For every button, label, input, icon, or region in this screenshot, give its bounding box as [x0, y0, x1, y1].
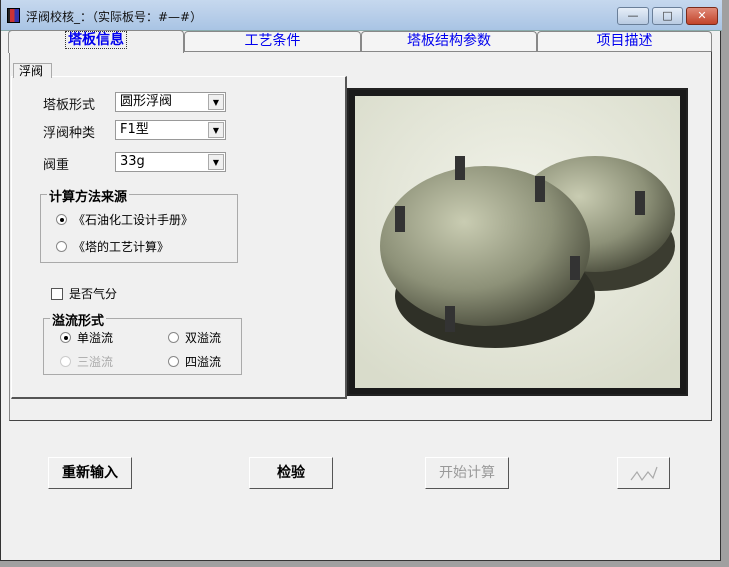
tray-type-select[interactable]: 圆形浮阀 ▼	[115, 92, 226, 112]
subtab-float-valve[interactable]: 浮阀	[13, 63, 52, 78]
app-icon	[7, 8, 20, 23]
tray-type-label: 塔板形式	[43, 98, 96, 113]
reinput-button[interactable]: 重新输入	[48, 457, 132, 489]
radio-single-overflow[interactable]: 单溢流	[60, 329, 113, 346]
chevron-down-icon[interactable]: ▼	[208, 94, 224, 110]
radio-label: 《塔的工艺计算》	[73, 240, 170, 254]
radio-petrochem-handbook[interactable]: 《石油化工设计手册》	[56, 211, 193, 228]
chevron-down-icon[interactable]: ▼	[208, 122, 224, 138]
gas-split-checkbox[interactable]: 是否气分	[51, 285, 117, 302]
radio-icon	[168, 356, 179, 367]
tab-label: 塔板信息	[65, 31, 127, 49]
tab-tray-info[interactable]: 塔板信息	[8, 30, 184, 53]
radio-label: 双溢流	[185, 331, 222, 345]
valve-weight-select[interactable]: 33g ▼	[115, 152, 226, 172]
title-bar: 浮阀校核_：（实际板号：#—#） — □ ✕	[1, 0, 722, 31]
float-valve-photo	[347, 88, 688, 396]
radio-label: 三溢流	[77, 355, 114, 369]
maximize-button[interactable]: □	[652, 7, 683, 25]
overflow-title: 溢流形式	[50, 310, 107, 329]
radio-tower-process-calc[interactable]: 《塔的工艺计算》	[56, 238, 169, 255]
window-title: 浮阀校核_：（实际板号：#—#）	[26, 10, 203, 24]
radio-double-overflow[interactable]: 双溢流	[168, 329, 221, 346]
float-valve-image	[355, 96, 680, 388]
valve-type-value: F1型	[120, 122, 149, 137]
valve-weight-value: 33g	[120, 154, 145, 169]
radio-label: 单溢流	[77, 331, 114, 345]
valve-weight-label: 阀重	[43, 158, 70, 173]
tray-type-value: 圆形浮阀	[120, 94, 173, 109]
minimize-button[interactable]: —	[617, 7, 649, 25]
radio-label: 《石油化工设计手册》	[73, 213, 194, 227]
radio-icon	[60, 332, 71, 343]
tab-project-description[interactable]: 项目描述	[537, 31, 712, 52]
radio-icon	[168, 332, 179, 343]
valve-type-select[interactable]: F1型 ▼	[115, 120, 226, 140]
radio-icon	[60, 356, 71, 367]
checkbox-icon	[51, 287, 63, 300]
start-calculation-button: 开始计算	[425, 457, 509, 489]
close-button[interactable]: ✕	[686, 7, 718, 25]
check-button[interactable]: 检验	[249, 457, 333, 489]
radio-triple-overflow: 三溢流	[60, 353, 113, 370]
tab-tray-structure[interactable]: 塔板结构参数	[361, 31, 537, 52]
valve-type-label: 浮阀种类	[43, 126, 96, 141]
radio-icon	[56, 214, 67, 225]
checkbox-label: 是否气分	[69, 287, 118, 301]
main-window: 浮阀校核_：（实际板号：#—#） — □ ✕ 塔板信息 工艺条件 塔板结构参数 …	[0, 0, 722, 561]
radio-label: 四溢流	[185, 355, 222, 369]
tab-process-conditions[interactable]: 工艺条件	[184, 31, 361, 52]
radio-icon	[56, 241, 67, 252]
chart-button	[617, 457, 670, 489]
radio-quad-overflow[interactable]: 四溢流	[168, 353, 221, 370]
chevron-down-icon[interactable]: ▼	[208, 154, 224, 170]
calc-source-title: 计算方法来源	[47, 186, 130, 205]
chart-line-icon	[630, 466, 658, 482]
